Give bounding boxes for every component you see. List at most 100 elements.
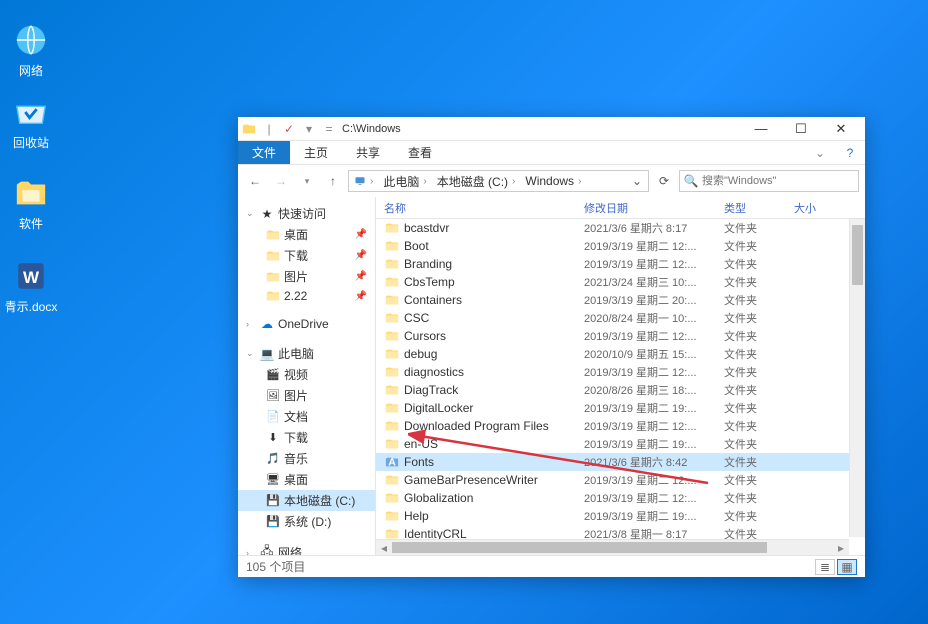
- cloud-icon: ☁: [260, 317, 274, 331]
- sidebar-item[interactable]: 🖥桌面: [238, 469, 375, 490]
- ribbon-expand-icon[interactable]: ⌄: [805, 141, 835, 164]
- col-name[interactable]: 名称: [384, 200, 584, 216]
- tab-file[interactable]: 文件: [238, 141, 290, 164]
- folder-icon: [384, 400, 400, 416]
- folder-icon: [384, 418, 400, 434]
- desktop-icon-docx[interactable]: W 青示.docx: [2, 258, 60, 315]
- file-row[interactable]: DigitalLocker2019/3/19 星期二 19:...文件夹: [376, 399, 849, 417]
- tab-share[interactable]: 共享: [342, 141, 394, 164]
- titlebar[interactable]: | ✓ ▾ = C:\Windows — ☐ ✕: [238, 117, 865, 141]
- nav-sidebar[interactable]: ⌄★快速访问 桌面📌下载📌图片📌2.22📌 ›☁OneDrive ⌄💻此电脑 🎬…: [238, 197, 376, 555]
- sidebar-item[interactable]: 💾系统 (D:): [238, 511, 375, 532]
- col-size[interactable]: 大小: [794, 200, 844, 216]
- file-list[interactable]: bcastdvr 2021/3/6 星期六 8:17 文件夹 Boot2019/3/1…: [376, 219, 849, 539]
- sidebar-item-label: 图片: [284, 387, 308, 404]
- search-input[interactable]: [702, 175, 858, 187]
- column-headers[interactable]: 名称 修改日期 类型 大小: [376, 197, 865, 219]
- file-row[interactable]: CSC2020/8/24 星期一 10:...文件夹: [376, 309, 849, 327]
- sidebar-item[interactable]: ⬇下载: [238, 427, 375, 448]
- sidebar-quick-access[interactable]: ⌄★快速访问: [238, 203, 375, 224]
- folder-icon: [384, 238, 400, 254]
- search-box[interactable]: 🔍: [679, 170, 859, 192]
- sidebar-item[interactable]: 💾本地磁盘 (C:): [238, 490, 375, 511]
- sidebar-item[interactable]: 下载📌: [238, 245, 375, 266]
- sidebar-item[interactable]: 2.22📌: [238, 287, 375, 305]
- minimize-button[interactable]: —: [741, 117, 781, 141]
- file-row[interactable]: Containers2019/3/19 星期二 20:...文件夹: [376, 291, 849, 309]
- file-row[interactable]: Branding2019/3/19 星期二 12:...文件夹: [376, 255, 849, 273]
- pin-icon: 📌: [355, 229, 367, 240]
- qat-dropdown-icon[interactable]: ▾: [302, 122, 316, 136]
- breadcrumb-seg[interactable]: Windows›: [520, 171, 586, 191]
- breadcrumb-dropdown[interactable]: ⌄: [626, 174, 648, 188]
- vertical-scrollbar[interactable]: [849, 219, 865, 537]
- sidebar-network[interactable]: ›🖧网络: [238, 542, 375, 555]
- help-button[interactable]: ?: [835, 141, 865, 164]
- scroll-right[interactable]: ▸: [833, 540, 849, 555]
- sidebar-item[interactable]: 桌面📌: [238, 224, 375, 245]
- sidebar-item[interactable]: 📄文档: [238, 406, 375, 427]
- col-date[interactable]: 修改日期: [584, 200, 724, 216]
- tab-home[interactable]: 主页: [290, 141, 342, 164]
- file-type: 文件夹: [724, 292, 794, 308]
- qat-check-icon[interactable]: ✓: [282, 122, 296, 136]
- sidebar-item[interactable]: 图片📌: [238, 266, 375, 287]
- file-row[interactable]: CbsTemp2021/3/24 星期三 10:...文件夹: [376, 273, 849, 291]
- desktop-icon-recycle[interactable]: 回收站: [2, 94, 60, 151]
- sidebar-item[interactable]: 🖼图片: [238, 385, 375, 406]
- sidebar-onedrive[interactable]: ›☁OneDrive: [238, 315, 375, 333]
- sidebar-item[interactable]: 🎵音乐: [238, 448, 375, 469]
- sidebar-item-label: 桌面: [284, 471, 308, 488]
- file-name: Cursors: [404, 329, 446, 343]
- file-type: 文件夹: [724, 472, 794, 488]
- breadcrumb[interactable]: › 此电脑› 本地磁盘 (C:)› Windows› ⌄: [348, 170, 649, 192]
- recycle-icon: [13, 94, 49, 130]
- refresh-button[interactable]: ⟳: [653, 170, 675, 192]
- file-name: bcastdvr: [404, 221, 449, 235]
- back-button[interactable]: ←: [244, 170, 266, 192]
- breadcrumb-seg[interactable]: 此电脑›: [378, 171, 431, 191]
- tab-view[interactable]: 查看: [394, 141, 446, 164]
- sidebar-this-pc[interactable]: ⌄💻此电脑: [238, 343, 375, 364]
- close-button[interactable]: ✕: [821, 117, 861, 141]
- desktop[interactable]: 网络 回收站 软件 W 青示.docx | ✓ ▾ = C:\Windows —…: [0, 0, 928, 624]
- file-row[interactable]: Help2019/3/19 星期二 19:...文件夹: [376, 507, 849, 525]
- file-name: Downloaded Program Files: [404, 419, 549, 433]
- file-date: 2019/3/19 星期二 19:...: [584, 508, 724, 524]
- file-row[interactable]: en-US2019/3/19 星期二 19:...文件夹: [376, 435, 849, 453]
- view-details-button[interactable]: ≣: [815, 559, 835, 575]
- maximize-button[interactable]: ☐: [781, 117, 821, 141]
- desktop-icon-network[interactable]: 网络: [2, 22, 60, 79]
- breadcrumb-seg[interactable]: 本地磁盘 (C:)›: [432, 171, 521, 191]
- file-row[interactable]: DiagTrack2020/8/26 星期三 18:...文件夹: [376, 381, 849, 399]
- file-row[interactable]: diagnostics2019/3/19 星期二 12:...文件夹: [376, 363, 849, 381]
- file-date: 2020/10/9 星期五 15:...: [584, 346, 724, 362]
- col-type[interactable]: 类型: [724, 200, 794, 216]
- file-type: 文件夹: [724, 418, 794, 434]
- file-row[interactable]: Cursors2019/3/19 星期二 12:...文件夹: [376, 327, 849, 345]
- desktop-icon-software[interactable]: 软件: [2, 175, 60, 232]
- folder-small-icon: [242, 122, 256, 136]
- file-row[interactable]: GameBarPresenceWriter2019/3/19 星期二 12:..…: [376, 471, 849, 489]
- file-row[interactable]: AFonts2021/3/6 星期六 8:42文件夹: [376, 453, 849, 471]
- forward-button[interactable]: →: [270, 170, 292, 192]
- sidebar-item[interactable]: 🎬视频: [238, 364, 375, 385]
- file-date: 2021/3/6 星期六 8:17: [584, 220, 724, 236]
- file-row[interactable]: debug2020/10/9 星期五 15:...文件夹: [376, 345, 849, 363]
- file-row[interactable]: Boot2019/3/19 星期二 12:...文件夹: [376, 237, 849, 255]
- up-button[interactable]: ↑: [322, 170, 344, 192]
- file-row[interactable]: IdentityCRL2021/3/8 星期一 8:17文件夹: [376, 525, 849, 539]
- folder-icon: [266, 249, 280, 263]
- pin-icon: 📌: [355, 250, 367, 261]
- recent-dropdown[interactable]: ▾: [296, 170, 318, 192]
- file-type: 文件夹: [724, 400, 794, 416]
- scroll-left[interactable]: ◂: [376, 540, 392, 555]
- file-type: 文件夹: [724, 310, 794, 326]
- explorer-window: | ✓ ▾ = C:\Windows — ☐ ✕ 文件 主页 共享 查看 ⌄ ?…: [238, 117, 865, 577]
- horizontal-scrollbar[interactable]: ◂ ▸: [376, 539, 849, 555]
- folder-icon: [384, 526, 400, 539]
- file-row[interactable]: Globalization2019/3/19 星期二 12:...文件夹: [376, 489, 849, 507]
- view-icons-button[interactable]: ▦: [837, 559, 857, 575]
- file-row[interactable]: Downloaded Program Files2019/3/19 星期二 12…: [376, 417, 849, 435]
- file-row[interactable]: bcastdvr2021/3/6 星期六 8:17文件夹: [376, 219, 849, 237]
